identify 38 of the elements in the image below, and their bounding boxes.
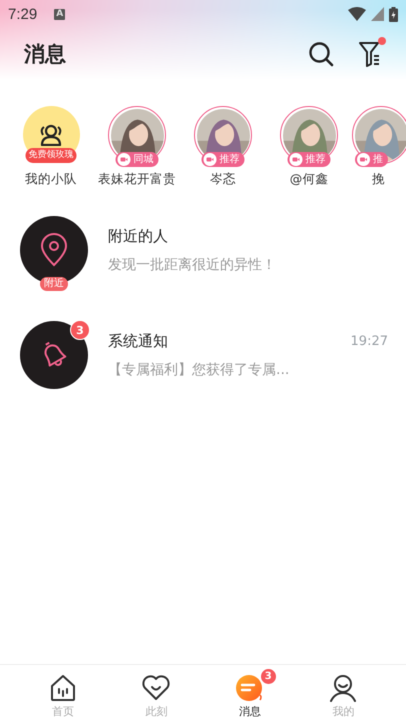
story-tag: 同城	[116, 152, 158, 167]
search-icon[interactable]	[308, 41, 334, 67]
story-tag: 免费领玫瑰	[26, 148, 76, 163]
wifi-icon	[348, 7, 366, 21]
battery-icon	[389, 6, 398, 22]
team-avatar[interactable]: 免费领玫瑰	[22, 106, 80, 163]
story-name[interactable]: 挽	[372, 171, 385, 188]
video-camera-icon	[204, 153, 216, 166]
status-time: 7:29	[8, 6, 38, 22]
group-icon	[38, 124, 64, 146]
video-camera-icon	[357, 153, 370, 166]
chat-bubble-icon	[234, 673, 265, 703]
story-name[interactable]: @何鑫	[290, 171, 328, 188]
story-tag: 推	[355, 152, 388, 167]
chat-time: 19:27	[350, 334, 388, 349]
chat-title[interactable]: 附近的人	[108, 227, 168, 246]
story-name[interactable]: 表妹花开富贵	[98, 171, 176, 188]
unread-badge: 3	[70, 320, 90, 340]
nav-tab[interactable]: 3 消息	[203, 665, 296, 723]
video-camera-icon	[290, 153, 302, 166]
page-title: 消息	[24, 41, 66, 68]
signal-icon	[371, 7, 384, 21]
location-pin-icon	[40, 233, 68, 267]
story-tag: 推荐	[288, 152, 330, 167]
story-tag: 推荐	[202, 152, 244, 167]
filter-icon[interactable]	[358, 40, 382, 68]
notification-icon: A	[54, 8, 66, 20]
chat-preview: 【专属福利】您获得了专属...	[108, 361, 290, 379]
chat-preview: 发现一批距离很近的异性！	[108, 256, 277, 274]
story-name[interactable]: 我的小队	[25, 171, 77, 188]
heart-icon	[141, 674, 172, 702]
unread-badge: 3	[260, 668, 277, 685]
person-icon	[329, 674, 358, 702]
chat-title[interactable]: 系统通知	[108, 332, 168, 351]
story-name[interactable]: 岑忞	[210, 171, 236, 188]
house-icon	[48, 674, 77, 702]
video-camera-icon	[118, 153, 130, 166]
nearby-tag: 附近	[40, 277, 68, 291]
